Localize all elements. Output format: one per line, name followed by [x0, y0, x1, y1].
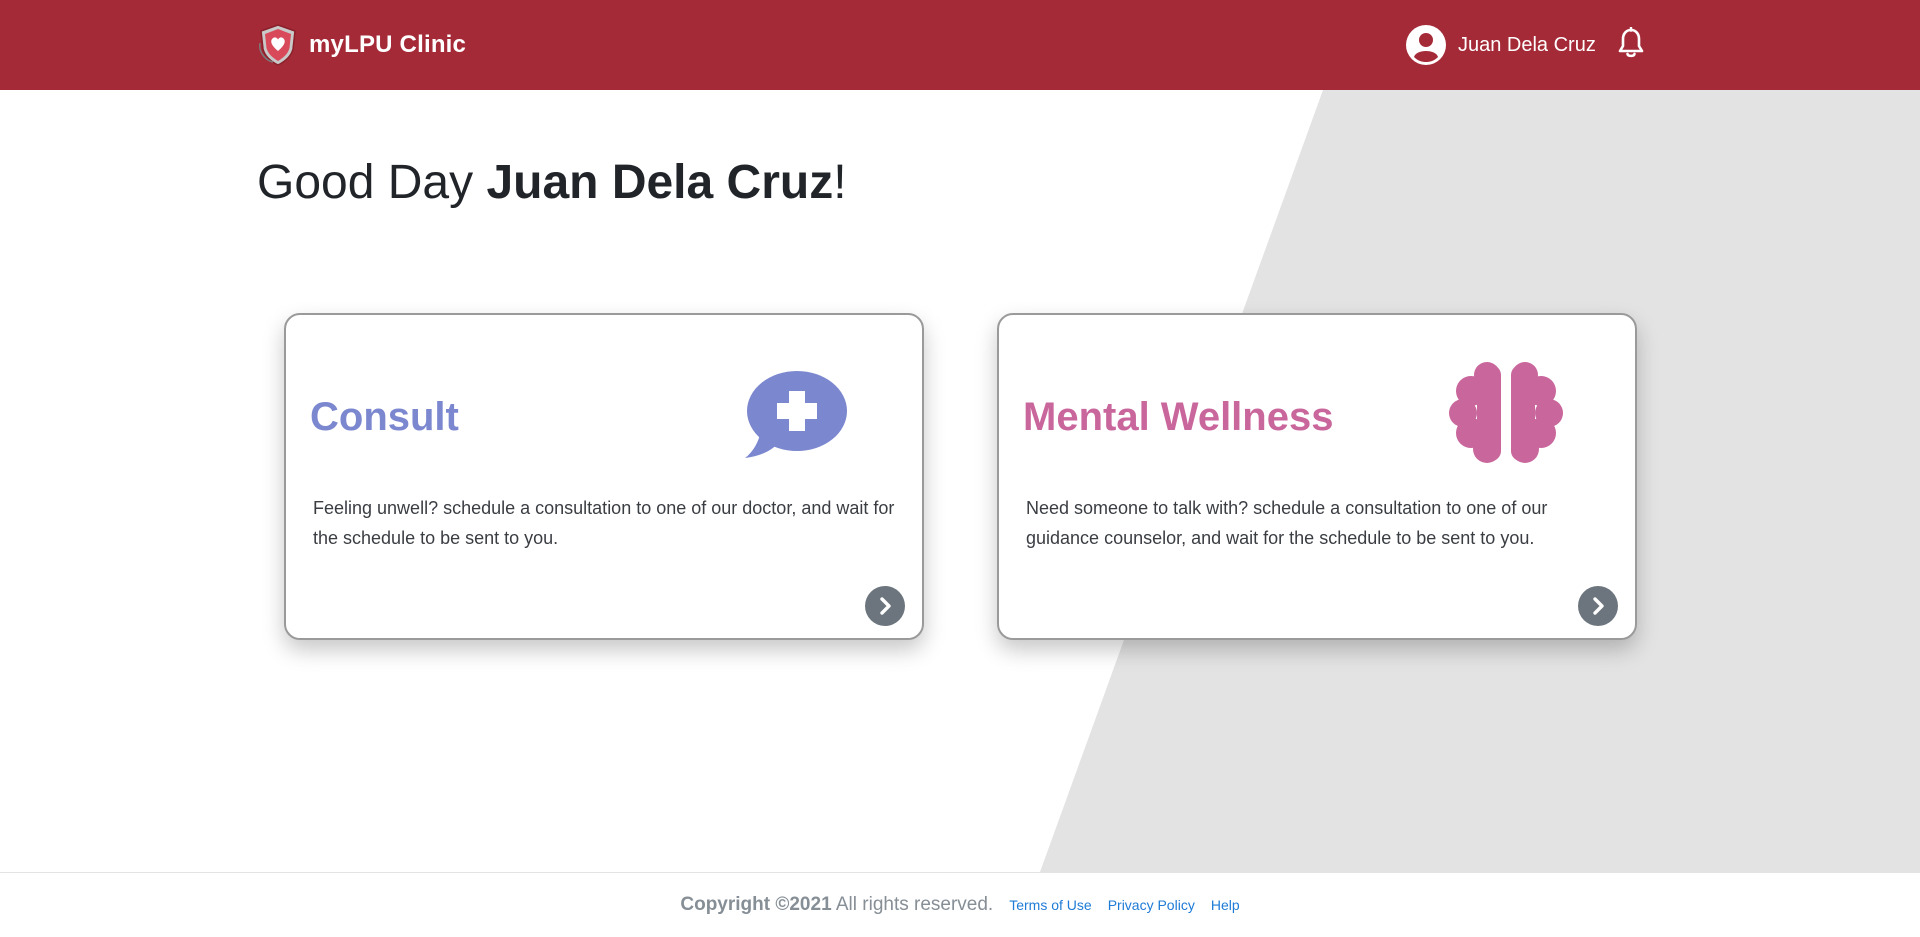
brain-icon	[1449, 362, 1563, 463]
chevron-right-icon	[880, 597, 891, 615]
top-navbar: myLPU Clinic Juan Dela Cruz	[0, 0, 1920, 90]
copyright-year: Copyright ©2021	[680, 894, 832, 915]
greeting-suffix: !	[833, 156, 847, 209]
bell-icon[interactable]	[1617, 27, 1645, 59]
page: myLPU Clinic Juan Dela Cruz Good Day Jua…	[0, 0, 1920, 937]
app-name: myLPU Clinic	[309, 31, 467, 58]
footer: Copyright ©2021 All rights reserved. Ter…	[0, 872, 1920, 937]
user-circle-icon	[1406, 25, 1446, 65]
greeting-heading: Good Day Juan Dela Cruz!	[257, 155, 847, 210]
mental-wellness-card-go-button[interactable]	[1578, 586, 1618, 626]
mental-wellness-card-title: Mental Wellness	[1023, 395, 1334, 439]
speech-bubble-plus-icon	[745, 371, 847, 458]
copyright-text: Copyright ©2021 All rights reserved.	[680, 894, 993, 916]
mental-wellness-card-description: Need someone to talk with? schedule a co…	[1026, 498, 1548, 548]
consult-card-go-button[interactable]	[865, 586, 905, 626]
copyright-rest: All rights reserved.	[831, 894, 994, 915]
greeting-user-name: Juan Dela Cruz	[486, 156, 834, 209]
help-link[interactable]: Help	[1211, 897, 1240, 913]
user-name: Juan Dela Cruz	[1458, 33, 1596, 56]
user-menu[interactable]: Juan Dela Cruz	[1406, 24, 1596, 66]
consult-card-title: Consult	[310, 395, 459, 439]
mental-wellness-card[interactable]: Mental Wellness Need someone to talk wit…	[997, 313, 1637, 640]
greeting-prefix: Good Day	[257, 156, 487, 209]
privacy-policy-link[interactable]: Privacy Policy	[1108, 897, 1195, 913]
terms-of-use-link[interactable]: Terms of Use	[1009, 897, 1091, 913]
consult-card-description: Feeling unwell? schedule a consultation …	[313, 498, 895, 548]
consult-card[interactable]: Consult Feeling unwell? schedule a consu…	[284, 313, 924, 640]
shield-heart-logo-icon	[258, 24, 296, 66]
brand-home-link[interactable]: myLPU Clinic	[257, 20, 466, 70]
chevron-right-icon	[1593, 597, 1604, 615]
